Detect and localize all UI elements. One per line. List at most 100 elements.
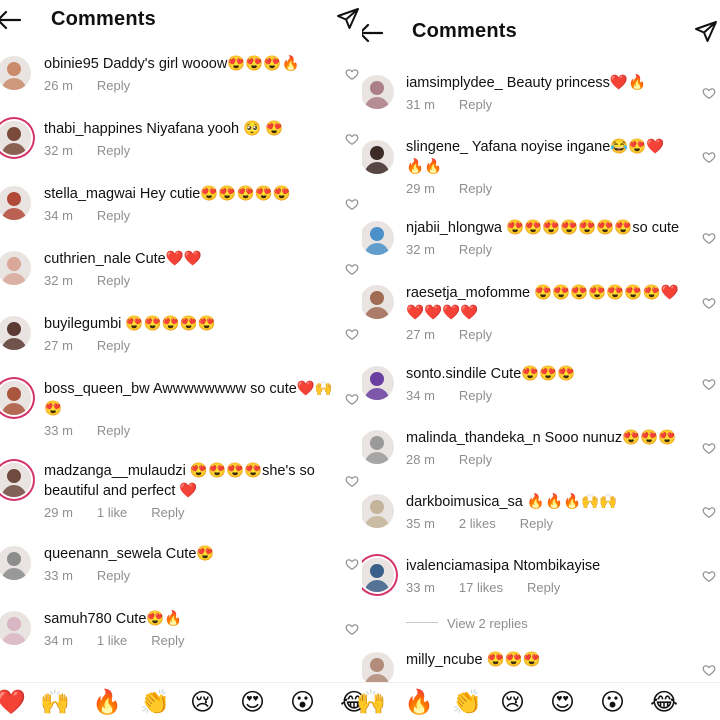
comment-username[interactable]: samuh780 [44, 611, 112, 627]
heart-outline-icon[interactable] [345, 557, 359, 571]
comment-text: stella_magwai Hey cutie😍😍😍😍😍 [44, 184, 314, 204]
heart-outline-icon[interactable] [345, 262, 359, 276]
avatar[interactable] [362, 430, 394, 464]
comment-username[interactable]: iamsimplydee_ [406, 75, 503, 91]
comment-timestamp: 27 m [406, 327, 435, 342]
reply-button[interactable]: Reply [97, 78, 130, 93]
heart-outline-icon[interactable] [702, 231, 716, 245]
heart-outline-icon[interactable] [345, 327, 359, 341]
avatar[interactable] [362, 221, 394, 255]
comment-timestamp: 33 m [406, 580, 435, 595]
heart-outline-icon[interactable] [702, 663, 716, 677]
back-arrow-icon[interactable] [362, 21, 384, 45]
reply-button[interactable]: Reply [97, 568, 130, 583]
emoji-reaction-button[interactable]: 😂 [650, 687, 678, 717]
reply-button[interactable]: Reply [459, 388, 492, 403]
reply-button[interactable]: Reply [459, 452, 492, 467]
avatar[interactable] [0, 611, 31, 645]
heart-outline-icon[interactable] [702, 296, 716, 310]
reply-button[interactable]: Reply [151, 633, 184, 648]
comment-username[interactable]: thabi_happines [44, 121, 142, 137]
reply-button[interactable]: Reply [520, 516, 553, 531]
comment-like-count[interactable]: 2 likes [459, 516, 496, 531]
comment-username[interactable]: stella_magwai [44, 186, 136, 202]
avatar[interactable] [0, 56, 31, 90]
avatar[interactable] [362, 366, 394, 400]
comment-like-count[interactable]: 1 like [97, 633, 127, 648]
comment-username[interactable]: queenann_sewela [44, 546, 162, 562]
send-icon[interactable] [694, 19, 718, 43]
comment-text: njabii_hlongwa 😍😍😍😍😍😍😍so cute [406, 218, 682, 238]
comment-like-count[interactable]: 17 likes [459, 580, 503, 595]
emoji-reaction-button[interactable]: 🙌 [356, 687, 386, 717]
reply-button[interactable]: Reply [97, 143, 130, 158]
comment-username[interactable]: buyilegumbi [44, 316, 121, 332]
heart-outline-icon[interactable] [345, 67, 359, 81]
comment-username[interactable]: njabii_hlongwa [406, 220, 502, 236]
comment-like-count[interactable]: 1 like [97, 505, 127, 520]
back-arrow-icon[interactable] [0, 8, 22, 32]
reply-button[interactable]: Reply [459, 327, 492, 342]
reply-button[interactable]: Reply [151, 505, 184, 520]
avatar[interactable] [0, 546, 31, 580]
reply-button[interactable]: Reply [97, 423, 130, 438]
emoji-reaction-button[interactable]: 🔥 [92, 687, 122, 717]
reply-button[interactable]: Reply [527, 580, 560, 595]
heart-outline-icon[interactable] [345, 197, 359, 211]
heart-outline-icon[interactable] [345, 474, 359, 488]
avatar[interactable] [0, 463, 31, 497]
reply-button[interactable]: Reply [459, 97, 492, 112]
comment-username[interactable]: ivalenciamasipa [406, 558, 509, 574]
avatar[interactable] [0, 251, 31, 285]
comment-username[interactable]: milly_ncube [406, 652, 483, 668]
avatar[interactable] [362, 652, 394, 686]
comment-username[interactable]: slingene_ [406, 139, 468, 155]
avatar[interactable] [362, 558, 394, 592]
comments-panel-right: Comments iamsimplydee_ Beauty princess❤️… [362, 0, 720, 720]
heart-outline-icon[interactable] [702, 569, 716, 583]
emoji-reaction-button[interactable]: 😮 [290, 687, 315, 717]
heart-outline-icon[interactable] [345, 392, 359, 406]
avatar[interactable] [362, 75, 394, 109]
emoji-reaction-button[interactable]: 😮 [600, 687, 625, 717]
heart-outline-icon[interactable] [702, 505, 716, 519]
view-replies-link[interactable]: View 2 replies [447, 616, 528, 631]
reply-button[interactable]: Reply [97, 208, 130, 223]
heart-outline-icon[interactable] [702, 441, 716, 455]
emoji-reaction-button[interactable]: ❤️ [0, 687, 26, 717]
comment-username[interactable]: sonto.sindile [406, 366, 487, 382]
avatar[interactable] [0, 381, 31, 415]
comment-username[interactable]: madzanga__mulaudzi [44, 463, 186, 479]
reply-button[interactable]: Reply [459, 242, 492, 257]
emoji-reaction-button[interactable]: 😢 [500, 687, 525, 717]
heart-outline-icon[interactable] [702, 377, 716, 391]
avatar[interactable] [0, 121, 31, 155]
avatar[interactable] [362, 140, 394, 174]
emoji-reaction-button[interactable]: 🙌 [40, 687, 70, 717]
emoji-reaction-button[interactable]: 😍 [240, 687, 265, 717]
emoji-reaction-button[interactable]: 🔥 [404, 687, 434, 717]
avatar[interactable] [0, 316, 31, 350]
reply-button[interactable]: Reply [459, 181, 492, 196]
avatar[interactable] [362, 494, 394, 528]
heart-outline-icon[interactable] [345, 132, 359, 146]
comment-username[interactable]: cuthrien_nale [44, 251, 131, 267]
reply-button[interactable]: Reply [97, 273, 130, 288]
avatar[interactable] [0, 186, 31, 220]
send-icon[interactable] [336, 6, 360, 30]
heart-outline-icon[interactable] [345, 622, 359, 636]
comment-username[interactable]: darkboimusica_sa [406, 494, 523, 510]
emoji-reaction-button[interactable]: 😢 [190, 687, 215, 717]
reply-button[interactable]: Reply [97, 338, 130, 353]
heart-outline-icon[interactable] [702, 150, 716, 164]
emoji-reaction-button[interactable]: 😍 [550, 687, 575, 717]
comment-username[interactable]: obinie95 [44, 56, 99, 72]
comment-username[interactable]: malinda_thandeka_n [406, 430, 541, 446]
avatar[interactable] [362, 285, 394, 319]
comment-username[interactable]: raesetja_mofomme [406, 285, 530, 301]
heart-outline-icon[interactable] [702, 86, 716, 100]
emoji-reaction-button[interactable]: 👏 [140, 687, 170, 717]
emoji-reaction-button[interactable]: 👏 [452, 687, 482, 717]
comment-username[interactable]: boss_queen_bw [44, 381, 150, 397]
comment-meta: 33 m 17 likes Reply [406, 580, 584, 595]
